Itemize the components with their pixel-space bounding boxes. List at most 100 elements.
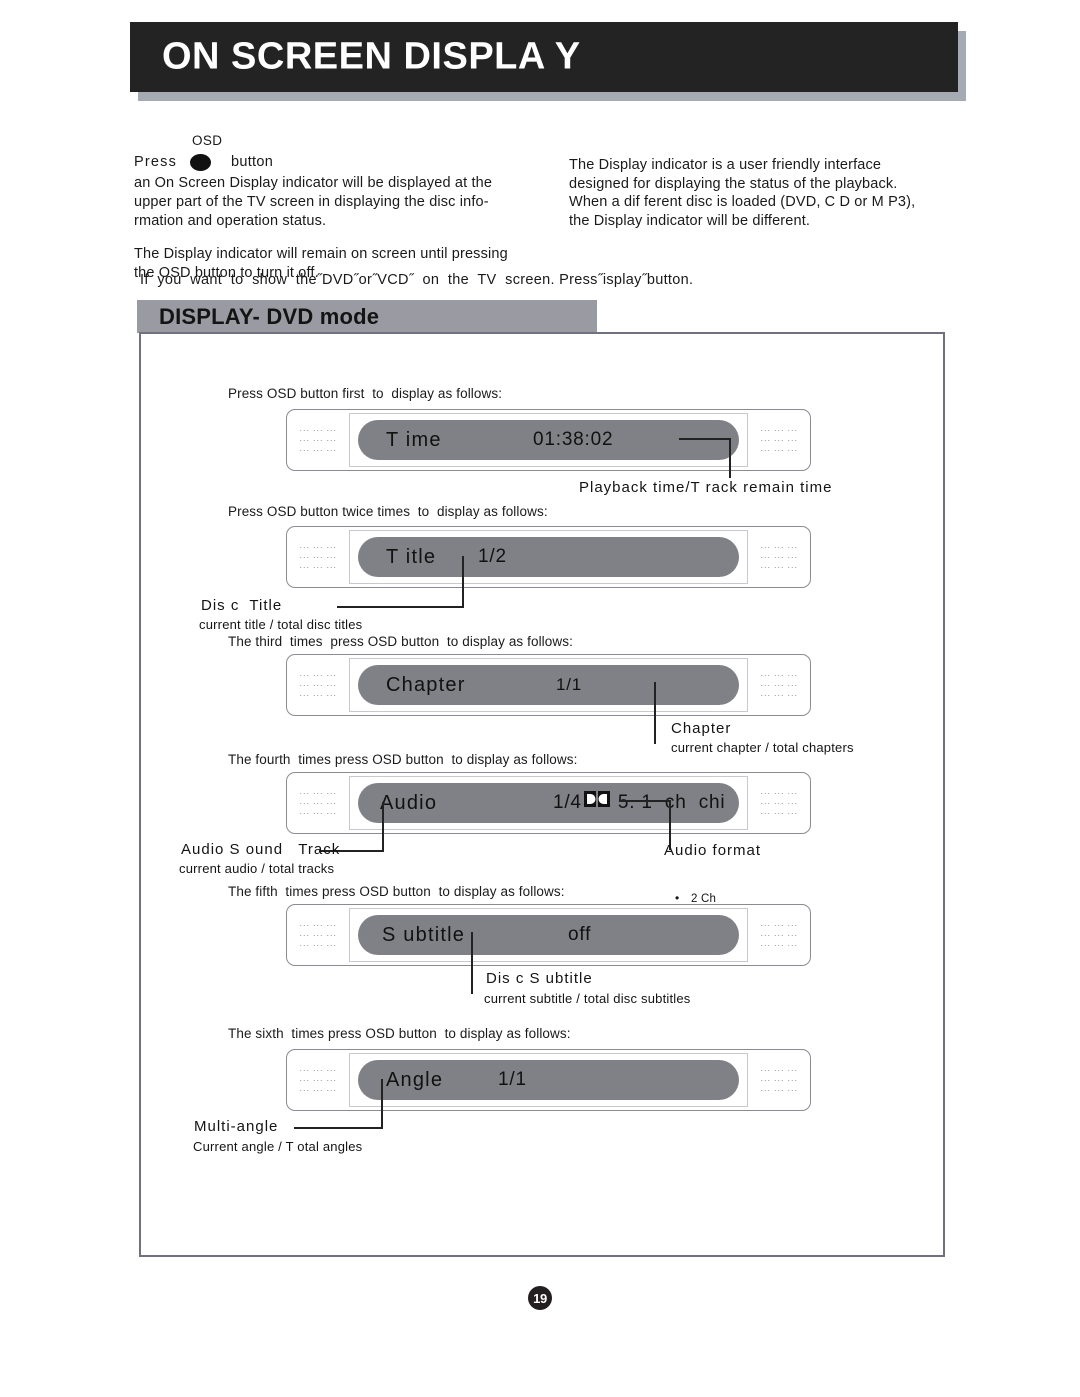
dot-group: ··· ··· ··· [299,1065,337,1075]
callout-time: Playback time/T rack remain time [579,479,833,496]
dot-group: ··· ··· ··· [760,1065,798,1075]
dot-group: ··· ··· ··· [299,1085,337,1095]
osd-pill-chapter: Chapter 1/1 [358,665,739,705]
dolby-digital-icon [583,791,610,813]
dots-left-time: ··· ··· ··· ··· ··· ··· ··· ··· ··· [287,425,349,455]
dot-group: ··· ··· ··· [299,788,337,798]
callout-subtitle-label: Dis c S ubtitle [486,970,593,987]
dot-group: ··· ··· ··· [299,552,337,562]
callout-title-sub: current title / total disc titles [199,617,363,632]
leader-line-title-v [462,556,464,608]
dot-group: ··· ··· ··· [299,680,337,690]
osd-inner-frame-chapter: Chapter 1/1 [349,658,748,712]
dot-group: ··· ··· ··· [760,562,798,572]
caption-angle: The sixth times press OSD button to disp… [228,1026,571,1041]
osd-pill-value-chapter: 1/1 [556,675,583,694]
dot-group: ··· ··· ··· [299,920,337,930]
osd-pill-label-chapter: Chapter [386,673,466,696]
dot-group: ··· ··· ··· [299,1075,337,1085]
dot-group: ··· ··· ··· [299,435,337,445]
osd-frame-time: ··· ··· ··· ··· ··· ··· ··· ··· ··· T im… [286,409,811,471]
section-header-band: DISPLAY- DVD mode [137,300,597,333]
callout-angle-sub: Current angle / T otal angles [193,1139,363,1154]
osd-inner-frame-time: T ime 01:38:02 [349,413,748,467]
osd-pill-label-title: T itle [386,545,437,568]
dot-group: ··· ··· ··· [760,435,798,445]
dot-group: ··· ··· ··· [299,542,337,552]
dots-left-subtitle: ··· ··· ··· ··· ··· ··· ··· ··· ··· [287,920,349,950]
leader-line-time-v [729,438,731,478]
dots-right-angle: ··· ··· ··· ··· ··· ··· ··· ··· ··· [748,1065,810,1095]
osd-pill-subtitle: S ubtitle off [358,915,739,955]
dot-group: ··· ··· ··· [760,788,798,798]
page-header-banner: ON SCREEN DISPLA Y [130,22,966,101]
display-note-line: If you want to show the˝DVD˝or˝VCD˝ on t… [140,272,694,288]
dot-group: ··· ··· ··· [299,562,337,572]
osd-frame-chapter: ··· ··· ··· ··· ··· ··· ··· ··· ··· Chap… [286,654,811,716]
leader-line-audio-track-v [382,802,384,852]
osd-inner-frame-subtitle: S ubtitle off [349,908,748,962]
leader-line-time-h [679,438,731,440]
dot-group: ··· ··· ··· [760,798,798,808]
callout-chapter-label: Chapter [671,720,732,737]
osd-pill-value-subtitle: off [568,924,592,945]
dot-group: ··· ··· ··· [760,425,798,435]
dots-right-chapter: ··· ··· ··· ··· ··· ··· ··· ··· ··· [748,671,810,700]
dot-group: ··· ··· ··· [299,425,337,435]
osd-frame-subtitle: ··· ··· ··· ··· ··· ··· ··· ··· ··· S ub… [286,904,811,966]
dot-group: ··· ··· ··· [299,670,337,680]
osd-pill-audio: Audio 1/4 5. 1 ch chi [358,783,739,823]
osd-pill-label-angle: Angle [386,1068,444,1091]
osd-inner-frame-title: T itle 1/2 [349,530,748,584]
dot-group: ··· ··· ··· [760,445,798,455]
page-number: 19 [528,1286,552,1310]
dot-group: ··· ··· ··· [299,808,337,818]
dots-right-audio: ··· ··· ··· ··· ··· ··· ··· ··· ··· [748,788,810,818]
dots-right-title: ··· ··· ··· ··· ··· ··· ··· ··· ··· [748,543,810,572]
osd-pill-value-angle: 1/1 [498,1069,527,1090]
osd-pill-time: T ime 01:38:02 [358,420,739,460]
callout-subtitle-sub: current subtitle / total disc subtitles [484,991,691,1006]
dots-left-angle: ··· ··· ··· ··· ··· ··· ··· ··· ··· [287,1065,349,1095]
dot-group: ··· ··· ··· [760,690,798,700]
button-word: button [231,154,274,170]
caption-time: Press OSD button first to display as fol… [228,386,503,401]
dvd-mode-content-box: Press OSD button first to display as fol… [139,332,945,1257]
dot-group: ··· ··· ··· [760,930,798,940]
callout-audio-track-label: Audio S ound Track [181,841,341,858]
osd-pill-value-audio: 1/4 5. 1 ch chi [480,770,725,836]
dot-group: ··· ··· ··· [299,690,337,700]
osd-frame-angle: ··· ··· ··· ··· ··· ··· ··· ··· ··· Angl… [286,1049,811,1111]
dots-left-title: ··· ··· ··· ··· ··· ··· ··· ··· ··· [287,542,349,572]
dots-left-audio: ··· ··· ··· ··· ··· ··· ··· ··· ··· [287,788,349,818]
intro-left-paragraph-1: an On Screen Display indicator will be d… [134,175,493,229]
leader-line-chapter-v [654,682,656,744]
dot-group: ··· ··· ··· [760,680,798,690]
osd-pill-label-time: T ime [386,428,442,451]
dot-group: ··· ··· ··· [299,798,337,808]
osd-label: OSD [192,133,223,148]
dot-group: ··· ··· ··· [760,552,798,562]
dot-group: ··· ··· ··· [760,940,798,950]
caption-title: Press OSD button twice times to display … [228,504,548,519]
osd-button-icon [190,154,211,171]
callout-title-label: Dis c Title [201,597,283,614]
leader-line-audio-format-h [619,800,671,802]
dot-group: ··· ··· ··· [760,1085,798,1095]
banner-background: ON SCREEN DISPLA Y [130,22,958,92]
leader-line-title-h [337,606,464,608]
intro-left-column: OSD Press button an On Screen Display in… [134,133,554,283]
section-title: DISPLAY- DVD mode [159,303,380,329]
callout-angle-label: Multi-angle [194,1118,279,1135]
dot-group: ··· ··· ··· [760,808,798,818]
dots-left-chapter: ··· ··· ··· ··· ··· ··· ··· ··· ··· [287,670,349,700]
intro-right-column: The Display indicator is a user friendly… [569,156,929,230]
osd-pill-value-time: 01:38:02 [533,429,614,450]
caption-chapter: The third times press OSD button to disp… [228,634,573,649]
callout-audio-track-sub: current audio / total tracks [179,861,335,876]
press-osd-button-line: OSD Press button [134,133,554,174]
intro-right-paragraph: The Display indicator is a user friendly… [569,157,916,229]
callout-audio-format-label: Audio format [664,842,762,859]
osd-pill-angle: Angle 1/1 [358,1060,739,1100]
callout-chapter-sub: current chapter / total chapters [671,740,854,755]
